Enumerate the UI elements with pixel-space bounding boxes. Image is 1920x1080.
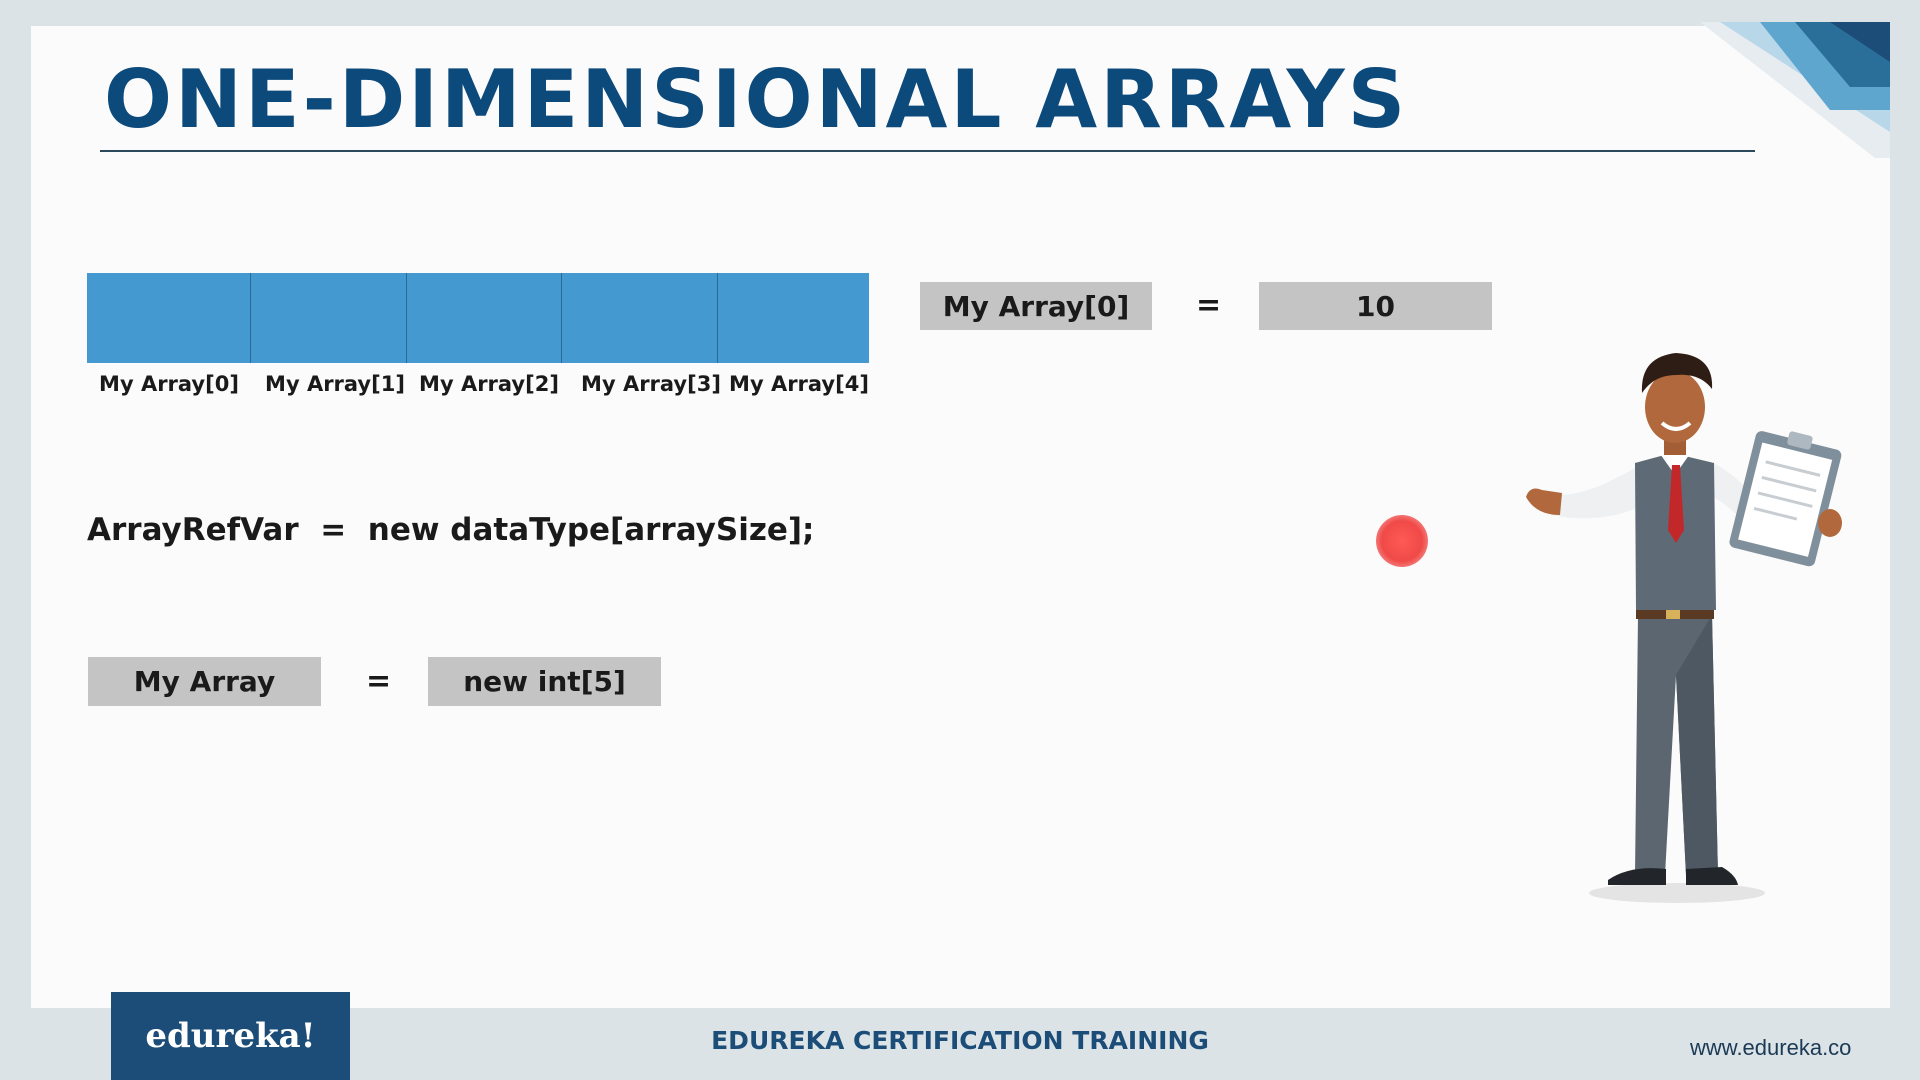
slide-title: ONE-DIMENSIONAL ARRAYS <box>104 53 1409 146</box>
array-cell-4 <box>718 273 869 363</box>
declaration-right-box: new int[5] <box>428 657 661 706</box>
corner-decoration <box>1700 22 1890 158</box>
footer-url: www.edureka.co <box>1690 1035 1852 1060</box>
laser-pointer-dot <box>1376 515 1428 567</box>
footer-title: EDUREKA CERTIFICATION TRAINING <box>711 1026 1209 1055</box>
declaration-left-box: My Array <box>88 657 321 706</box>
access-value-box: 10 <box>1259 282 1492 330</box>
edureka-logo: edureka! <box>111 992 350 1080</box>
presenter-character-illustration <box>1526 353 1842 903</box>
declaration-equals: = <box>366 664 392 699</box>
array-cell-label-3: My Array[3] <box>581 372 721 396</box>
array-cell-1 <box>251 273 407 363</box>
array-cell-label-1: My Array[1] <box>265 372 405 396</box>
array-cells-bar <box>87 273 869 363</box>
array-cell-label-4: My Array[4] <box>729 372 869 396</box>
access-equals: = <box>1196 288 1222 323</box>
array-cell-0 <box>87 273 251 363</box>
array-cell-label-2: My Array[2] <box>419 372 559 396</box>
array-cell-2 <box>407 273 562 363</box>
array-syntax-line: ArrayRefVar = new dataType[arraySize]; <box>87 512 815 548</box>
title-underline <box>100 150 1755 152</box>
access-left-box: My Array[0] <box>920 282 1152 330</box>
array-cell-label-0: My Array[0] <box>99 372 239 396</box>
array-cell-3 <box>562 273 718 363</box>
